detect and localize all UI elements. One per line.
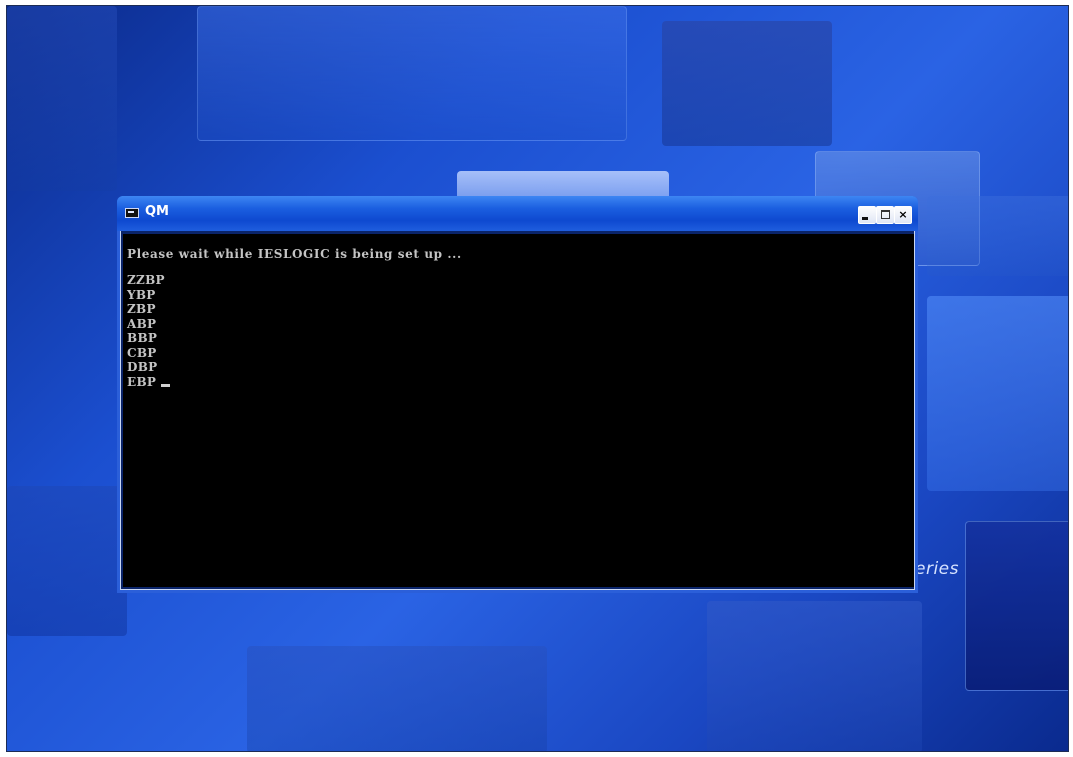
close-button[interactable]: × <box>894 206 912 224</box>
wallpaper-tile <box>197 6 627 141</box>
maximize-icon <box>881 210 890 219</box>
console-line: DBP <box>127 360 158 374</box>
wallpaper-tile <box>7 486 127 636</box>
console-line: ZZBP <box>127 273 165 287</box>
console-line: CBP <box>127 345 157 360</box>
wallpaper-tile <box>662 21 832 146</box>
console-line-text: EBP <box>127 374 157 389</box>
console-lines: ZZBP YBP ZBP ABP BBP CBP DBP EBP <box>127 273 914 389</box>
window-controls: × <box>858 206 912 224</box>
console-line: ABP <box>127 316 157 331</box>
wallpaper-laptop-tile <box>965 521 1068 691</box>
minimize-icon <box>862 217 868 220</box>
console-output-area[interactable]: Please wait while IESLOGIC is being set … <box>123 234 914 587</box>
console-icon[interactable] <box>125 208 139 218</box>
wallpaper-tile <box>247 646 547 751</box>
console-last-line: EBP <box>127 375 914 390</box>
wallpaper-tile <box>707 601 922 751</box>
window-titlebar[interactable]: QM × <box>117 196 918 231</box>
close-icon: × <box>898 208 908 221</box>
console-line: YBP <box>127 287 156 302</box>
minimize-button[interactable] <box>858 206 876 224</box>
console-window[interactable]: QM × Please wait while IESLOGIC is being… <box>117 196 918 593</box>
maximize-button[interactable] <box>876 206 894 224</box>
wallpaper-tile <box>927 196 1068 276</box>
console-line: BBP <box>127 331 158 345</box>
wallpaper-branding-text: eries <box>915 559 959 579</box>
console-header-line: Please wait while IESLOGIC is being set … <box>127 247 462 261</box>
wallpaper-tile <box>7 6 117 191</box>
text-cursor <box>161 383 171 387</box>
console-line: ZBP <box>127 302 156 316</box>
wallpaper-tile <box>927 296 1068 491</box>
window-title: QM <box>145 204 169 219</box>
